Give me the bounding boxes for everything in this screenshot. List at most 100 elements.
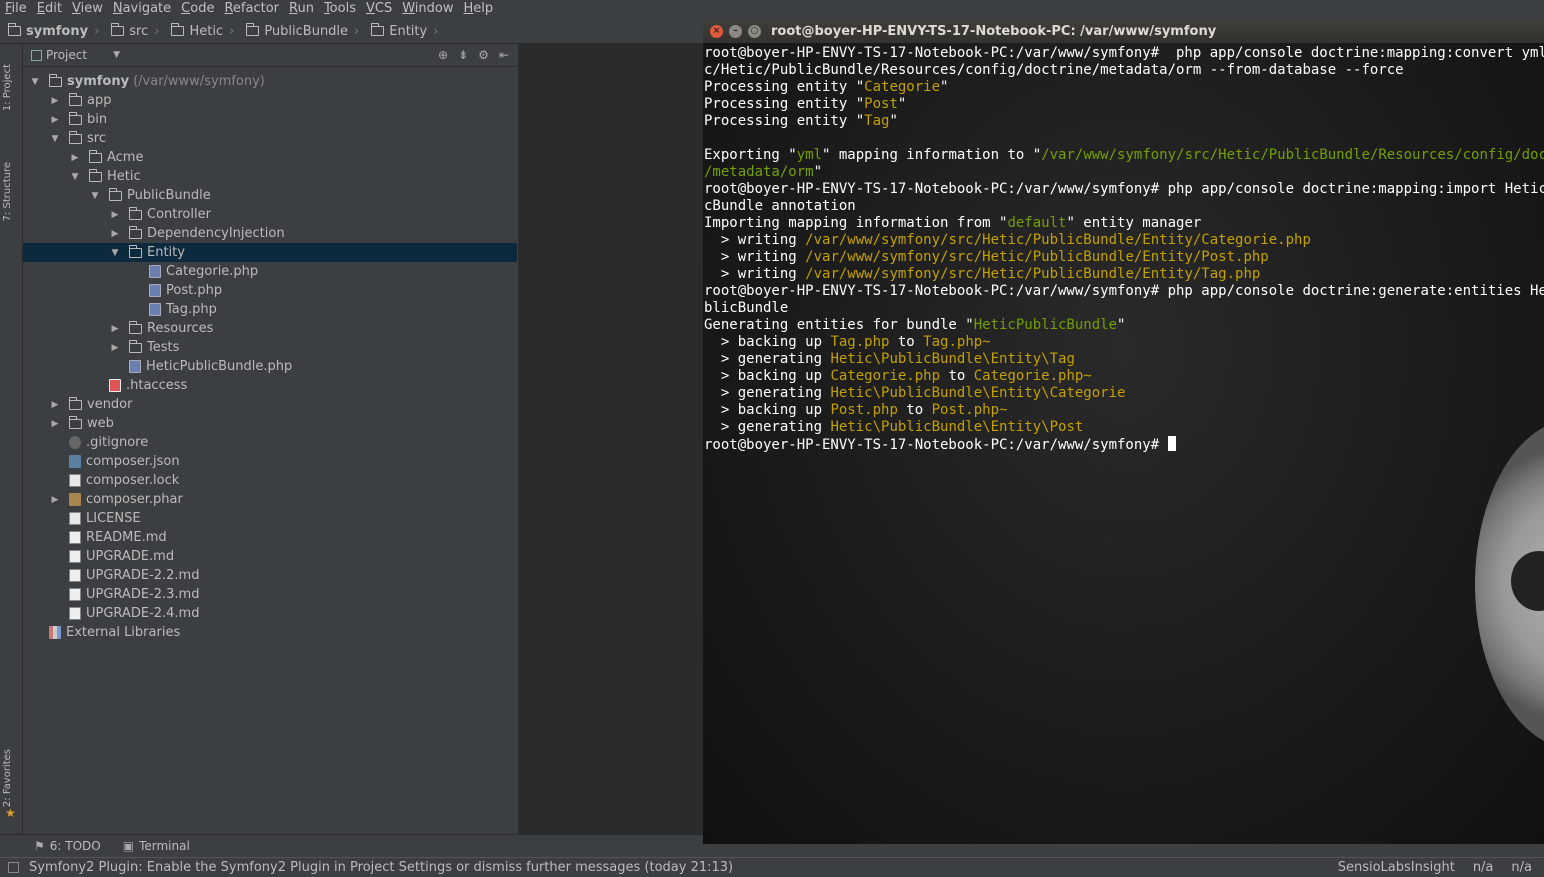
chevron-right-icon[interactable]: ▶ <box>49 115 61 125</box>
chevron-right-icon[interactable]: ▶ <box>49 419 61 429</box>
menu-item-window[interactable]: Window <box>397 0 458 18</box>
minimize-icon[interactable]: – <box>729 24 742 38</box>
folder-icon <box>69 111 82 125</box>
tree-item[interactable]: ▼ PublicBundle <box>23 186 517 205</box>
sensiolabs-insight[interactable]: SensioLabsInsight <box>1338 860 1455 875</box>
chevron-right-icon[interactable]: ▶ <box>49 495 61 505</box>
tree-item[interactable]: UPGRADE-2.4.md <box>23 604 517 623</box>
terminal-text: > backing up <box>704 402 831 418</box>
folder-icon <box>8 23 21 36</box>
tree-item-label: Resources <box>147 321 214 336</box>
tree-item-label: Categorie.php <box>166 264 259 279</box>
tree-item[interactable]: ▶ app <box>23 91 517 110</box>
tree-item[interactable]: ▶ Acme <box>23 148 517 167</box>
breadcrumb-item-hetic[interactable]: Hetic › <box>163 23 238 39</box>
tree-item[interactable]: .gitignore <box>23 433 517 452</box>
menu-item-refactor[interactable]: Refactor <box>219 0 284 18</box>
chevron-right-icon[interactable]: ▶ <box>109 229 121 239</box>
tree-item[interactable]: Categorie.php <box>23 262 517 281</box>
menu-item-navigate[interactable]: Navigate <box>108 0 176 18</box>
breadcrumb-item-src[interactable]: src › <box>103 23 163 39</box>
tree-item[interactable]: LICENSE <box>23 509 517 528</box>
menu-item-tools[interactable]: Tools <box>319 0 361 18</box>
chevron-right-icon[interactable]: ▶ <box>109 343 121 353</box>
chevron-right-icon[interactable]: ▶ <box>49 400 61 410</box>
tree-item[interactable]: .htaccess <box>23 376 517 395</box>
hide-panel-icon[interactable]: ⇤ <box>499 48 509 62</box>
terminal-text: cBundle annotation <box>704 198 856 214</box>
text-file-icon <box>69 512 81 525</box>
breadcrumb-item-symfony[interactable]: symfony › <box>0 23 103 39</box>
tree-item[interactable]: UPGRADE-2.3.md <box>23 585 517 604</box>
tree-item-label: LICENSE <box>86 511 141 526</box>
tree-item[interactable]: composer.json <box>23 452 517 471</box>
tree-item[interactable]: ▼ Hetic <box>23 167 517 186</box>
chevron-right-icon[interactable]: ▶ <box>109 324 121 334</box>
terminal-text: Hetic\PublicBundle\Entity\Categorie <box>830 385 1126 401</box>
terminal-line: root@boyer-HP-ENVY-TS-17-Notebook-PC:/va… <box>704 283 1544 300</box>
tree-item[interactable]: ▶ composer.phar <box>23 490 517 509</box>
tab-structure[interactable]: 7: Structure <box>2 162 13 221</box>
menu-item-view[interactable]: View <box>67 0 108 18</box>
terminal-line: blicBundle <box>704 300 1544 317</box>
collapse-all-icon[interactable]: ⇟ <box>458 48 468 62</box>
status-message[interactable]: Symfony2 Plugin: Enable the Symfony2 Plu… <box>29 860 733 875</box>
tree-item[interactable]: HeticPublicBundle.php <box>23 357 517 376</box>
breadcrumb-item-entity[interactable]: Entity › <box>363 23 442 39</box>
tree-item[interactable]: ▶ bin <box>23 110 517 129</box>
chevron-down-icon[interactable]: ▼ <box>109 248 121 258</box>
menu-item-help[interactable]: Help <box>459 0 499 18</box>
terminal-line: Generating entities for bundle "HeticPub… <box>704 317 1544 334</box>
tree-item[interactable]: ▼ src <box>23 129 517 148</box>
tree-item[interactable]: ▶ web <box>23 414 517 433</box>
terminal-text: /var/www/symfony/src/Hetic/PublicBundle/… <box>805 232 1311 248</box>
tree-item[interactable]: ▶ Tests <box>23 338 517 357</box>
terminal-text: Tag <box>864 113 890 129</box>
menu-item-vcs[interactable]: VCS <box>361 0 397 18</box>
tab-project[interactable]: 1: Project <box>2 64 13 111</box>
gear-icon[interactable]: ⚙ <box>478 48 489 62</box>
tree-item-label: DependencyInjection <box>147 226 285 241</box>
maximize-icon[interactable]: ○ <box>748 24 761 38</box>
status-toggle-icon[interactable] <box>8 862 19 873</box>
tree-item[interactable]: UPGRADE-2.2.md <box>23 566 517 585</box>
menu-item-code[interactable]: Code <box>176 0 219 18</box>
chevron-down-icon[interactable]: ▼ <box>29 77 41 87</box>
tree-item[interactable]: UPGRADE.md <box>23 547 517 566</box>
chevron-right-icon[interactable]: ▶ <box>69 153 81 163</box>
chevron-down-icon[interactable]: ▼ <box>113 50 120 60</box>
tree-item[interactable]: ▶ Resources <box>23 319 517 338</box>
menu-item-run[interactable]: Run <box>284 0 319 18</box>
chevron-right-icon[interactable]: ▶ <box>109 210 121 220</box>
tree-item[interactable]: Tag.php <box>23 300 517 319</box>
chevron-down-icon[interactable]: ▼ <box>69 172 81 182</box>
tab-favorites[interactable]: 2: Favorites <box>2 749 13 807</box>
terminal-tab[interactable]: ▣ Terminal <box>123 839 190 853</box>
tree-item[interactable]: External Libraries <box>23 623 517 642</box>
tree-item[interactable]: ▶ Controller <box>23 205 517 224</box>
terminal-window[interactable]: × – ○ root@boyer-HP-ENVY-TS-17-Notebook-… <box>703 19 1544 844</box>
tree-item-label: Tests <box>147 340 180 355</box>
chevron-right-icon[interactable]: ▶ <box>49 96 61 106</box>
phar-archive-icon <box>69 493 81 506</box>
tree-item[interactable]: Post.php <box>23 281 517 300</box>
chevron-down-icon[interactable]: ▼ <box>89 191 101 201</box>
menu-item-file[interactable]: File <box>0 0 32 18</box>
tree-item[interactable]: README.md <box>23 528 517 547</box>
tree-item[interactable]: ▼ symfony (/var/www/symfony) <box>23 72 517 91</box>
menu-item-edit[interactable]: Edit <box>32 0 67 18</box>
tree-item[interactable]: ▶ vendor <box>23 395 517 414</box>
markdown-file-icon <box>69 607 81 620</box>
locate-target-icon[interactable]: ⊕ <box>438 48 448 62</box>
breadcrumb-item-publicbundle[interactable]: PublicBundle › <box>238 23 363 39</box>
project-view-selector[interactable]: Project <box>46 48 87 62</box>
tree-item[interactable]: composer.lock <box>23 471 517 490</box>
terminal-output[interactable]: root@boyer-HP-ENVY-TS-17-Notebook-PC:/va… <box>704 45 1544 453</box>
tree-item[interactable]: ▶ DependencyInjection <box>23 224 517 243</box>
chevron-down-icon[interactable]: ▼ <box>49 134 61 144</box>
terminal-text: > generating <box>704 419 831 435</box>
close-icon[interactable]: × <box>710 24 723 38</box>
tree-item[interactable]: ▼ Entity <box>23 243 517 262</box>
terminal-text: > writing <box>704 249 806 265</box>
todo-tab[interactable]: ⚑ 6: TODO <box>34 839 101 853</box>
